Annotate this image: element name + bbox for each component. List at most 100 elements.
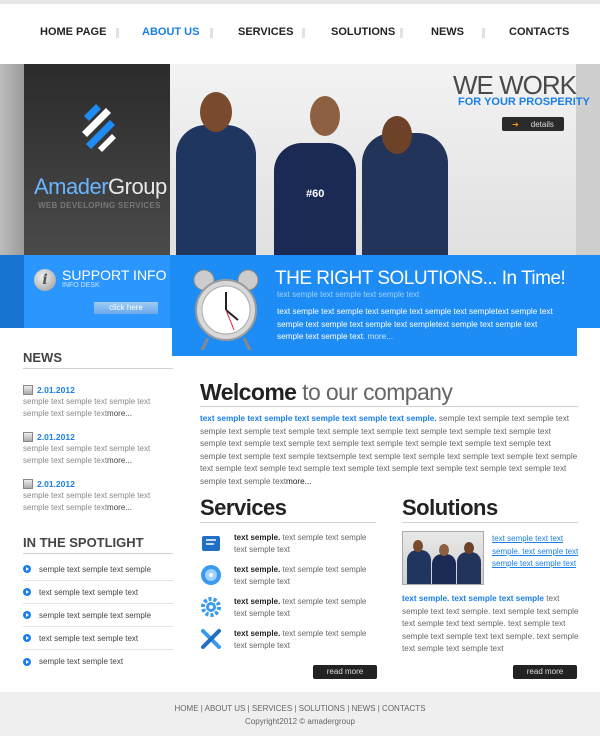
spotlight-title: IN THE SPOTLIGHT	[23, 535, 144, 550]
news-item: 2.01.2012 semple text semple text semple…	[23, 384, 173, 420]
divider	[200, 522, 376, 523]
spotlight-item[interactable]: semple text semple text	[23, 650, 173, 673]
disc-icon	[201, 565, 221, 585]
services-title: Services	[200, 495, 287, 520]
spotlight-item-label: semple text semple text	[39, 657, 124, 666]
main-nav: HOME PAGE ABOUT US SERVICES SOLUTIONS NE…	[0, 4, 600, 64]
solutions-title: Solutions	[402, 495, 498, 520]
tools-icon	[201, 629, 221, 649]
document-icon	[23, 385, 33, 395]
person-head	[439, 544, 449, 556]
details-label: details	[530, 119, 554, 129]
welcome-rest: to our company	[296, 379, 453, 405]
more-link[interactable]: more...	[107, 503, 132, 512]
right-solutions-title: THE RIGHT SOLUTIONS... In Time!	[275, 268, 566, 289]
logo[interactable]: AmaderGroup WEB DEVELOPING SERVICES	[24, 64, 170, 255]
footer-link-solutions[interactable]: SOLUTIONS	[299, 704, 345, 713]
arrow-bullet-icon	[23, 657, 31, 666]
logo-text: AmaderGroup	[34, 174, 167, 200]
person-head	[310, 96, 340, 136]
logo-tagline: WEB DEVELOPING SERVICES	[38, 201, 161, 210]
nav-contacts[interactable]: CONTACTS	[509, 26, 569, 38]
arrow-bullet-icon	[23, 588, 31, 596]
solutions-text: text semple. text semple text semple tex…	[402, 593, 580, 656]
spotlight-item[interactable]: semple text semple text semple	[23, 604, 173, 627]
news-date[interactable]: 2.01.2012	[37, 385, 75, 395]
service-lead: text semple.	[234, 565, 281, 574]
person-head	[200, 92, 232, 132]
more-link[interactable]: more...	[286, 477, 311, 486]
service-item: text semple. text semple text semple tex…	[200, 564, 376, 594]
solutions-read-more-button[interactable]: read more	[513, 665, 577, 679]
person-figure	[457, 552, 481, 584]
solutions-links[interactable]: text semple text text semple. text sempl…	[492, 533, 582, 571]
services-read-more-button[interactable]: read more	[313, 665, 377, 679]
right-solutions-body: text semple text semple text semple text…	[277, 307, 553, 342]
welcome-body: semple text semple text semple text semp…	[200, 414, 578, 486]
hero-subheadline: FOR YOUR PROSPERITY	[458, 96, 590, 108]
news-date[interactable]: 2.01.2012	[37, 432, 75, 442]
footer-link-about[interactable]: ABOUT US	[205, 704, 246, 713]
nav-separator	[400, 28, 403, 38]
support-subtitle: INFO DESK	[62, 282, 100, 289]
service-item: text semple. text semple text semple tex…	[200, 532, 376, 562]
more-link[interactable]: more...	[107, 456, 132, 465]
welcome-text: text semple text semple text semple text…	[200, 413, 578, 489]
spotlight-item[interactable]: text semple text semple text	[23, 627, 173, 650]
spotlight-item[interactable]: semple text semple text semple	[23, 558, 173, 581]
alarm-clock-icon	[193, 269, 259, 351]
service-lead: text semple.	[234, 629, 281, 638]
divider	[200, 406, 578, 407]
footer-link-news[interactable]: NEWS	[352, 704, 376, 713]
welcome-bold: Welcome	[200, 379, 297, 405]
service-item: text semple. text semple text semple tex…	[200, 596, 376, 626]
logo-brand-left: Amader	[34, 174, 109, 199]
details-button[interactable]: ➔ details	[502, 117, 564, 131]
gear-icon	[201, 597, 221, 617]
arrow-bullet-icon	[23, 634, 31, 642]
service-lead: text semple.	[234, 597, 281, 606]
news-date[interactable]: 2.01.2012	[37, 479, 75, 489]
nav-separator	[210, 28, 213, 38]
support-title: SUPPORT INFO	[62, 267, 167, 283]
person-figure	[407, 550, 431, 584]
person-head	[464, 542, 474, 554]
divider	[402, 522, 578, 523]
copyright: Copyright2012 © amadergroup	[245, 717, 355, 726]
person-head	[382, 116, 412, 154]
spotlight-item-label: semple text semple text semple	[39, 610, 152, 620]
hero-right-strip	[576, 64, 600, 255]
logo-mark-icon	[82, 104, 116, 152]
footer-link-services[interactable]: SERVICES	[252, 704, 292, 713]
spotlight-item[interactable]: text semple text semple text	[23, 581, 173, 604]
footer-links: HOME | ABOUT US | SERVICES | SOLUTIONS |…	[174, 704, 426, 713]
document-icon	[23, 432, 33, 442]
solutions-lead: text semple. text semple text semple	[402, 594, 544, 603]
nav-news[interactable]: NEWS	[431, 26, 464, 38]
click-here-button[interactable]: click here	[94, 302, 158, 314]
support-info-box: i SUPPORT INFO INFO DESK click here	[24, 255, 170, 328]
service-item: text semple. text semple text semple tex…	[200, 628, 376, 658]
nav-services[interactable]: SERVICES	[238, 26, 293, 38]
solutions-thumbnail[interactable]	[402, 531, 484, 585]
info-icon: i	[34, 269, 56, 291]
shirt-print: #60	[306, 188, 325, 200]
welcome-lead: text semple text semple text semple text…	[200, 414, 437, 423]
person-figure	[176, 125, 256, 255]
person-figure	[362, 133, 448, 255]
arrow-right-icon: ➔	[512, 119, 519, 129]
footer-link-contacts[interactable]: CONTACTS	[382, 704, 425, 713]
logo-brand-right: Group	[108, 174, 167, 199]
nav-home[interactable]: HOME PAGE	[40, 26, 106, 38]
book-icon	[202, 536, 220, 551]
news-title: NEWS	[23, 350, 62, 365]
document-icon	[23, 479, 33, 489]
footer-link-home[interactable]: HOME	[175, 704, 199, 713]
arrow-bullet-icon	[23, 611, 31, 619]
nav-about[interactable]: ABOUT US	[142, 26, 199, 38]
person-figure	[432, 554, 456, 584]
more-link[interactable]: more...	[368, 332, 393, 341]
nav-solutions[interactable]: SOLUTIONS	[331, 26, 395, 38]
more-link[interactable]: more...	[107, 409, 132, 418]
footer	[0, 692, 600, 736]
